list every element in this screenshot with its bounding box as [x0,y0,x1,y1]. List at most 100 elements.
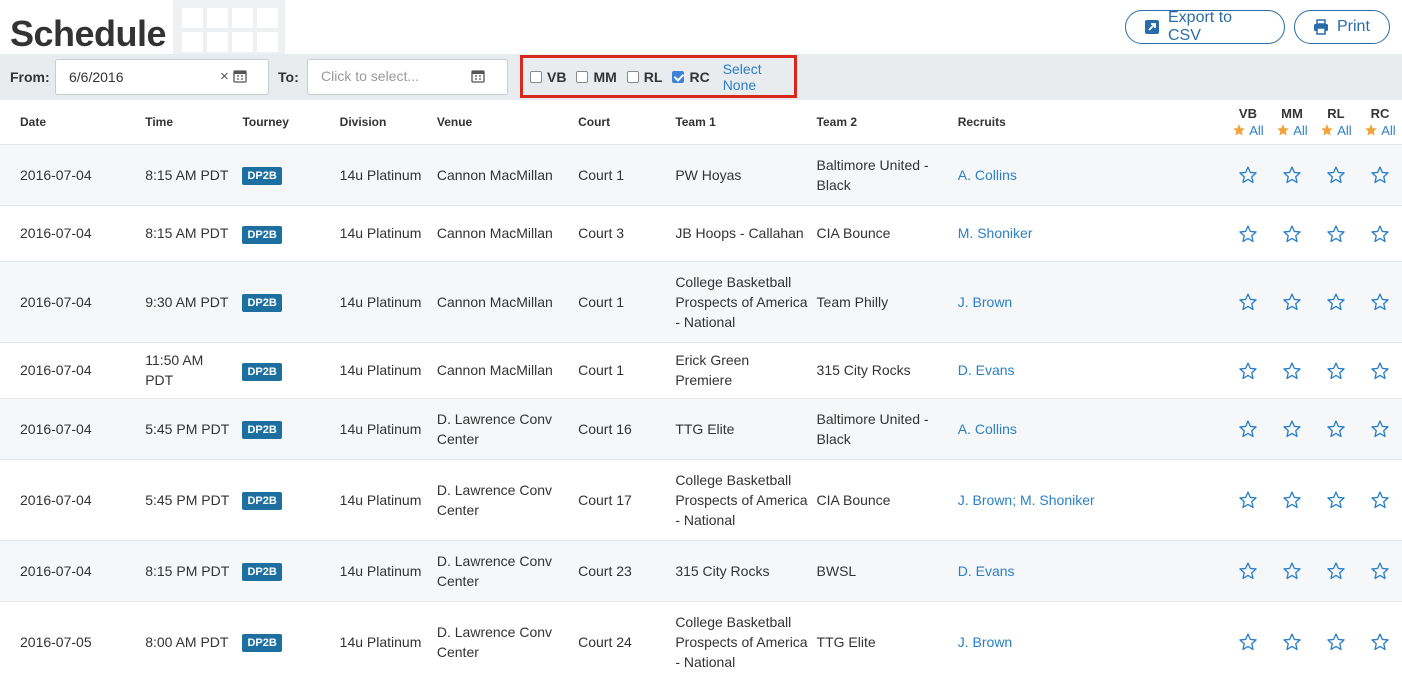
cell-team2: CIA Bounce [812,458,954,540]
star-rc[interactable] [1357,458,1402,540]
star-outline-icon [1327,166,1345,184]
calendar-icon[interactable] [471,69,485,83]
star-outline-icon [1371,420,1389,438]
star-rl[interactable] [1313,458,1358,540]
star-rc[interactable] [1357,260,1402,342]
rank-col-label: RC [1370,105,1390,121]
cell-recruits: A. Collins [953,397,1226,459]
recruit-link[interactable]: J. Brown [958,294,1012,310]
rank-all-rl[interactable]: All [1320,122,1352,139]
star-rc[interactable] [1357,143,1402,205]
recruit-link[interactable]: D. Evans [958,563,1015,579]
star-rc[interactable] [1357,397,1402,459]
star-outline-icon [1239,420,1257,438]
star-rc[interactable] [1357,600,1402,681]
star-rl[interactable] [1313,204,1358,261]
cell-time: 8:00 AM PDT [141,600,239,681]
star-mm[interactable] [1269,397,1314,459]
star-rc[interactable] [1357,539,1402,601]
star-rl[interactable] [1313,600,1358,681]
checkbox-box[interactable] [672,70,685,83]
col-team1[interactable]: Team 1 [671,100,812,144]
star-mm[interactable] [1269,260,1314,342]
star-vb[interactable] [1225,539,1270,601]
checkbox-label: RC [689,68,710,85]
checkbox-label: RL [643,68,663,85]
col-time[interactable]: Time [141,100,238,144]
star-mm[interactable] [1269,143,1314,205]
checkbox-vb[interactable]: VB [530,69,566,85]
star-vb[interactable] [1225,143,1270,205]
star-rl[interactable] [1313,260,1358,342]
star-mm[interactable] [1269,458,1314,540]
star-rl[interactable] [1313,397,1358,459]
to-label: To: [278,69,299,85]
cell-tourney: DP2B [238,260,336,342]
checkbox-mm[interactable]: MM [576,69,617,85]
star-vb[interactable] [1225,204,1270,261]
star-rl[interactable] [1313,341,1358,398]
star-outline-icon [1371,562,1389,580]
recruit-link[interactable]: M. Shoniker [958,225,1033,241]
tourney-badge: DP2B [242,492,282,510]
rank-all-vb[interactable]: All [1232,122,1264,139]
col-rank-rc: RC All [1358,100,1402,144]
col-venue[interactable]: Venue [433,100,574,144]
clear-date-icon[interactable]: × [220,68,229,85]
star-vb[interactable] [1225,341,1270,398]
star-outline-icon [1371,166,1389,184]
col-court[interactable]: Court [574,100,671,144]
tourney-badge: DP2B [242,563,282,581]
col-date[interactable]: Date [0,100,141,144]
col-recruits[interactable]: Recruits [954,100,1226,144]
select-none-link[interactable]: Select None [723,61,794,93]
recruit-link[interactable]: J. Brown; M. Shoniker [958,492,1095,508]
checkbox-box[interactable] [530,70,542,83]
print-button[interactable]: Print [1294,10,1390,44]
recruit-link[interactable]: D. Evans [958,362,1015,378]
rank-all-mm[interactable]: All [1276,122,1308,139]
col-tourney[interactable]: Tourney [238,100,335,144]
star-mm[interactable] [1269,341,1314,398]
rank-all-label: All [1249,122,1264,138]
recruit-link[interactable]: A. Collins [958,167,1017,183]
col-team2[interactable]: Team 2 [813,100,954,144]
export-csv-button[interactable]: Export to CSV [1125,9,1285,44]
cell-time: 8:15 AM PDT [141,204,239,261]
star-mm[interactable] [1269,539,1314,601]
star-vb[interactable] [1225,458,1270,540]
star-vb[interactable] [1225,600,1270,681]
star-filled-icon [1321,124,1334,136]
cell-recruits: D. Evans [953,539,1226,601]
star-vb[interactable] [1225,260,1270,342]
star-mm[interactable] [1269,600,1314,681]
checkbox-box[interactable] [626,70,639,83]
star-mm[interactable] [1269,204,1314,261]
recruit-link[interactable]: A. Collins [958,421,1017,437]
recruit-link[interactable]: J. Brown [958,634,1012,650]
star-rl[interactable] [1313,143,1358,205]
star-outline-icon [1239,633,1257,651]
rank-all-rc[interactable]: All [1364,122,1396,139]
star-rc[interactable] [1357,341,1402,398]
cell-court: Court 1 [574,260,672,342]
star-vb[interactable] [1225,397,1270,459]
star-rl[interactable] [1313,539,1358,601]
checkbox-box[interactable] [576,70,589,83]
cell-venue: D. Lawrence Conv Center [432,539,575,601]
checkbox-rl[interactable]: RL [626,68,663,85]
rank-all-label: All [1337,122,1352,138]
cell-date: 2016-07-04 [0,397,142,459]
col-division[interactable]: Division [336,100,433,144]
star-outline-icon [1371,362,1389,379]
checkbox-rc[interactable]: RC [672,68,710,85]
star-outline-icon [1239,166,1257,184]
cell-tourney: DP2B [238,143,336,205]
cell-team2: BWSL [812,539,954,601]
to-date-field[interactable]: Click to select... [307,59,508,95]
cell-tourney: DP2B [238,600,336,681]
from-date-field[interactable]: 6/6/2016 × [55,59,269,95]
tourney-badge: DP2B [242,362,282,381]
star-rc[interactable] [1357,204,1402,261]
calendar-icon[interactable] [233,69,247,83]
